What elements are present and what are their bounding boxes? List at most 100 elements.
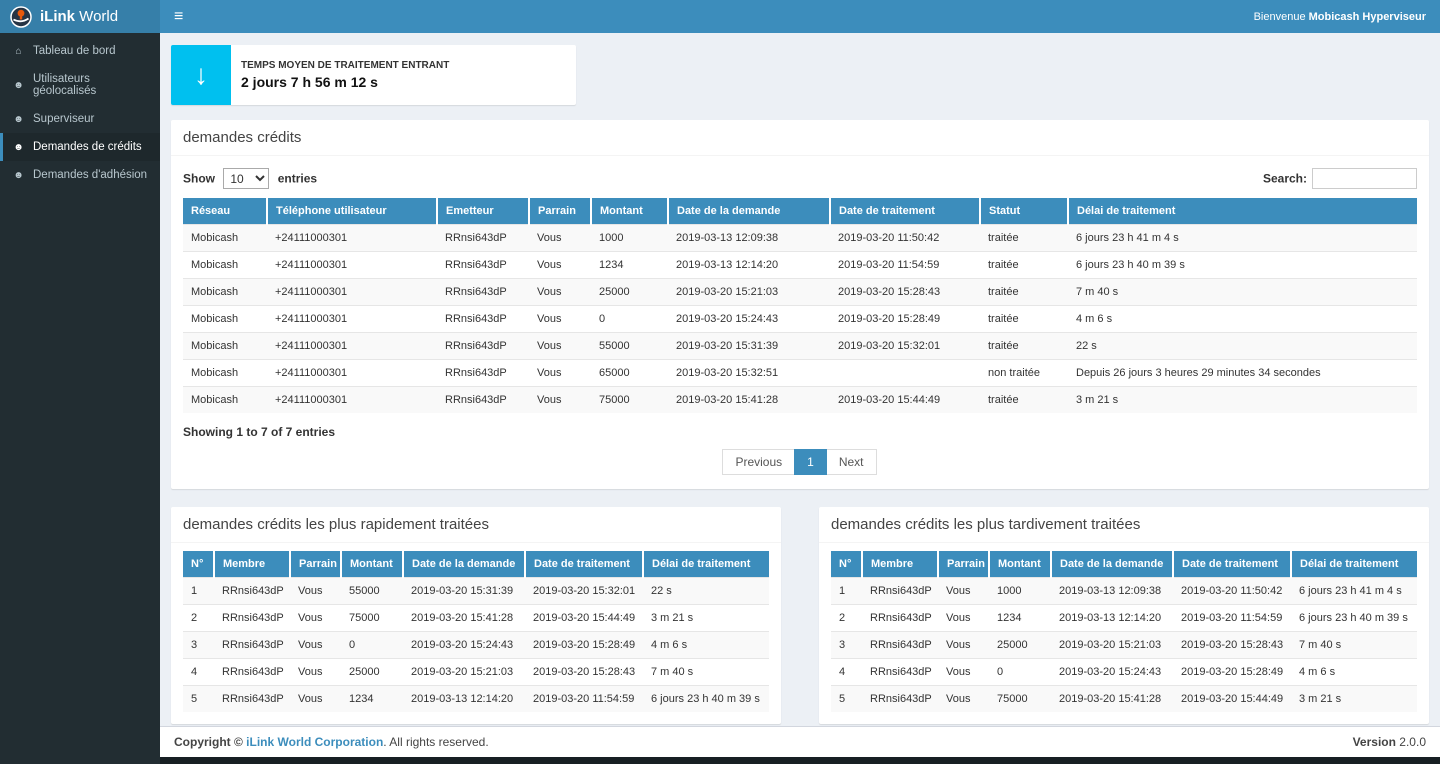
column-header[interactable]: Date de traitement bbox=[525, 551, 643, 578]
credit-requests-icon: ☻ bbox=[12, 142, 25, 153]
down-arrow-icon: ↓ bbox=[171, 45, 231, 105]
table-cell: RRnsi643dP bbox=[437, 252, 529, 279]
table-row: 2RRnsi643dPVous12342019-03-13 12:14:2020… bbox=[831, 605, 1417, 632]
show-label: Show bbox=[183, 172, 215, 186]
column-header[interactable]: Date de la demande bbox=[1051, 551, 1173, 578]
column-header[interactable]: Montant bbox=[341, 551, 403, 578]
table-cell: +24111000301 bbox=[267, 333, 437, 360]
table-cell: 5 bbox=[183, 686, 214, 713]
footer: Copyright © iLink World Corporation. All… bbox=[160, 726, 1440, 757]
table-cell: Vous bbox=[529, 252, 591, 279]
table-cell: 2019-03-20 15:41:28 bbox=[1051, 686, 1173, 713]
users-location-icon: ☻ bbox=[12, 80, 25, 91]
column-header[interactable]: Parrain bbox=[529, 198, 591, 225]
column-header[interactable]: Délai de traitement bbox=[1068, 198, 1417, 225]
table-cell: RRnsi643dP bbox=[437, 225, 529, 252]
table-cell: 0 bbox=[989, 659, 1051, 686]
column-header[interactable]: Réseau bbox=[183, 198, 267, 225]
column-header[interactable]: Emetteur bbox=[437, 198, 529, 225]
table-cell: 3 bbox=[831, 632, 862, 659]
main-content: ↓ TEMPS MOYEN DE TRAITEMENT ENTRANT 2 jo… bbox=[160, 33, 1440, 726]
table-cell: Mobicash bbox=[183, 360, 267, 387]
column-header[interactable]: Téléphone utilisateur bbox=[267, 198, 437, 225]
table-cell: 6 jours 23 h 40 m 39 s bbox=[643, 686, 769, 713]
table-cell: 25000 bbox=[989, 632, 1051, 659]
sidebar-toggle-hamburger-icon[interactable]: ≡ bbox=[174, 9, 183, 25]
table-cell: 2019-03-20 15:24:43 bbox=[403, 632, 525, 659]
sidebar-item-dashboard[interactable]: ⌂ Tableau de bord bbox=[0, 37, 160, 65]
column-header[interactable]: Date de la demande bbox=[668, 198, 830, 225]
page-length-control: Show 10 entries bbox=[183, 168, 317, 189]
table-cell: 1234 bbox=[591, 252, 668, 279]
column-header[interactable]: Montant bbox=[989, 551, 1051, 578]
table-cell: +24111000301 bbox=[267, 387, 437, 414]
pagination-page-1-button[interactable]: 1 bbox=[794, 449, 827, 475]
table-cell: 2019-03-20 15:32:01 bbox=[525, 578, 643, 605]
bottom-strip bbox=[160, 757, 1440, 764]
table-cell: traitée bbox=[980, 252, 1068, 279]
table-cell: 75000 bbox=[989, 686, 1051, 713]
column-header[interactable]: Montant bbox=[591, 198, 668, 225]
column-header[interactable]: N° bbox=[183, 551, 214, 578]
table-cell: 7 m 40 s bbox=[1291, 632, 1417, 659]
column-header[interactable]: N° bbox=[831, 551, 862, 578]
column-header[interactable]: Membre bbox=[214, 551, 290, 578]
brand-logo[interactable]: iLink World bbox=[0, 0, 160, 33]
column-header[interactable]: Date de traitement bbox=[1173, 551, 1291, 578]
sidebar-item-credit-requests[interactable]: ☻ Demandes de crédits bbox=[0, 133, 160, 161]
table-cell: 2019-03-20 15:28:49 bbox=[525, 632, 643, 659]
supervisor-icon: ☻ bbox=[12, 114, 25, 125]
column-header[interactable]: Parrain bbox=[938, 551, 989, 578]
table-cell: 4 bbox=[183, 659, 214, 686]
sidebar-item-membership-requests[interactable]: ☻ Demandes d'adhésion bbox=[0, 161, 160, 189]
column-header[interactable]: Statut bbox=[980, 198, 1068, 225]
copyright-text: Copyright © iLink World Corporation. All… bbox=[174, 735, 489, 749]
table-row: Mobicash+24111000301RRnsi643dPVous750002… bbox=[183, 387, 1417, 414]
table-cell: 22 s bbox=[1068, 333, 1417, 360]
pagination-previous-button[interactable]: Previous bbox=[722, 449, 795, 475]
table-cell: 2019-03-20 15:41:28 bbox=[403, 605, 525, 632]
table-cell: 75000 bbox=[591, 387, 668, 414]
table-cell: 2019-03-20 15:44:49 bbox=[1173, 686, 1291, 713]
table-cell: 2019-03-20 11:54:59 bbox=[1173, 605, 1291, 632]
table-row: 3RRnsi643dPVous250002019-03-20 15:21:032… bbox=[831, 632, 1417, 659]
table-cell: 2019-03-20 15:21:03 bbox=[668, 279, 830, 306]
credit-requests-panel: demandes crédits Show 10 entries Search: bbox=[171, 120, 1429, 489]
table-cell: 2019-03-20 15:32:01 bbox=[830, 333, 980, 360]
table-cell: Vous bbox=[290, 632, 341, 659]
table-cell: 6 jours 23 h 40 m 39 s bbox=[1291, 605, 1417, 632]
search-input[interactable] bbox=[1312, 168, 1417, 189]
column-header[interactable]: Date de la demande bbox=[403, 551, 525, 578]
table-cell: +24111000301 bbox=[267, 306, 437, 333]
sidebar-item-supervisor[interactable]: ☻ Superviseur bbox=[0, 105, 160, 133]
table-cell: 2 bbox=[183, 605, 214, 632]
table-cell: RRnsi643dP bbox=[862, 659, 938, 686]
table-cell: 2019-03-20 11:50:42 bbox=[830, 225, 980, 252]
table-cell: 2019-03-20 15:41:28 bbox=[668, 387, 830, 414]
table-cell: 2019-03-20 11:54:59 bbox=[525, 686, 643, 713]
table-cell: 2019-03-20 15:31:39 bbox=[668, 333, 830, 360]
welcome-message[interactable]: Bienvenue Mobicash Hyperviseur bbox=[1254, 11, 1426, 23]
column-header[interactable]: Membre bbox=[862, 551, 938, 578]
table-cell: 4 bbox=[831, 659, 862, 686]
globe-pin-logo-icon bbox=[10, 6, 32, 28]
table-cell: 1000 bbox=[591, 225, 668, 252]
page-length-select[interactable]: 10 bbox=[223, 168, 269, 189]
table-cell: 6 jours 23 h 41 m 4 s bbox=[1291, 578, 1417, 605]
sidebar-item-label: Utilisateurs géolocalisés bbox=[33, 73, 151, 97]
column-header[interactable]: Parrain bbox=[290, 551, 341, 578]
table-cell: Vous bbox=[938, 578, 989, 605]
column-header[interactable]: Délai de traitement bbox=[643, 551, 769, 578]
table-cell: RRnsi643dP bbox=[214, 686, 290, 713]
sidebar-item-geolocated-users[interactable]: ☻ Utilisateurs géolocalisés bbox=[0, 65, 160, 105]
column-header[interactable]: Délai de traitement bbox=[1291, 551, 1417, 578]
table-cell: RRnsi643dP bbox=[437, 360, 529, 387]
table-cell: 65000 bbox=[591, 360, 668, 387]
search-label: Search: bbox=[1263, 172, 1307, 186]
table-cell: 5 bbox=[831, 686, 862, 713]
table-cell: 2019-03-20 15:21:03 bbox=[1051, 632, 1173, 659]
company-link[interactable]: iLink World Corporation bbox=[246, 735, 383, 749]
pagination-next-button[interactable]: Next bbox=[826, 449, 877, 475]
table-cell: 0 bbox=[591, 306, 668, 333]
column-header[interactable]: Date de traitement bbox=[830, 198, 980, 225]
